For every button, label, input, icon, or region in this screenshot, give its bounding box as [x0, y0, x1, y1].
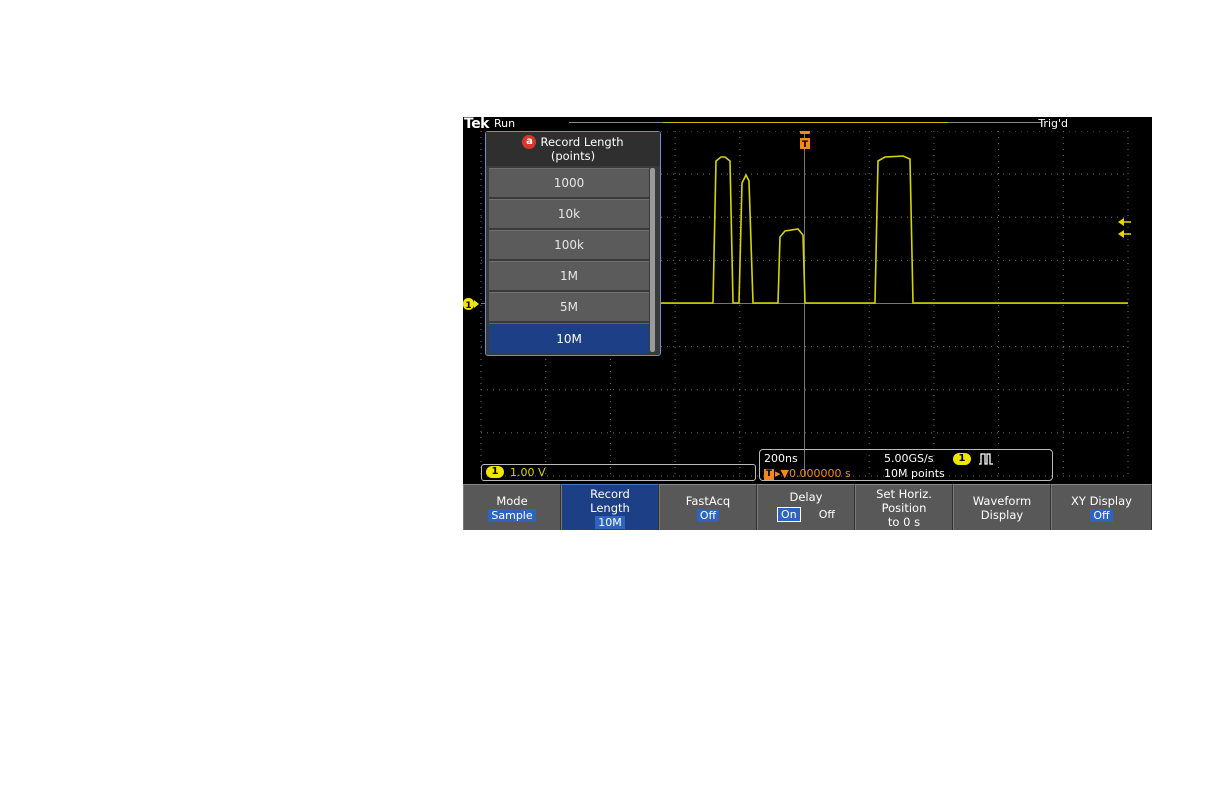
waveform-display-line2: Display	[980, 508, 1024, 522]
mode-value: Sample	[488, 509, 536, 522]
time-per-division: 200ns	[764, 452, 798, 465]
delay-on-option[interactable]: On	[777, 507, 801, 522]
horizontal-readout: 200ns T ▸▼0.000000 s 5.00GS/s 10M points …	[759, 449, 1053, 481]
menu-title: Record Length	[540, 135, 624, 149]
pulse-trigger-icon	[979, 453, 993, 465]
acquisition-status: Run	[494, 117, 516, 130]
record-length-menu-header: a Record Length (points)	[486, 132, 660, 166]
record-length-label-line2: Length	[590, 501, 630, 515]
record-view-window	[663, 122, 948, 123]
record-length-option[interactable]: 10k	[489, 199, 649, 228]
trigger-icon: T	[764, 468, 774, 480]
trigger-position-value: 0.000000 s	[788, 467, 851, 480]
menu-subtitle: (points)	[550, 149, 596, 163]
multipurpose-knob-a-icon: a	[522, 135, 537, 149]
status-bar: Tek Run Trig'd	[463, 117, 1152, 132]
set-horiz-position-softkey[interactable]: Set Horiz. Position to 0 s	[855, 484, 953, 530]
record-length-option[interactable]: 1M	[489, 261, 649, 290]
trigger-position-readout: T ▸▼0.000000 s	[764, 467, 851, 480]
xy-display-softkey[interactable]: XY Display Off	[1051, 484, 1152, 530]
record-points: 10M points	[884, 467, 945, 480]
delay-off-option[interactable]: Off	[819, 508, 835, 522]
mode-softkey[interactable]: Mode Sample	[463, 484, 561, 530]
record-length-menu: a Record Length (points) 1000 10k 100k 1M…	[485, 131, 661, 356]
trigger-status: Trig'd	[1038, 117, 1068, 130]
mode-label: Mode	[496, 494, 528, 508]
channel-1-waveform	[658, 155, 1128, 304]
svg-text:T: T	[802, 140, 809, 150]
waveform-display-line1: Waveform	[972, 494, 1032, 508]
record-length-label-line1: Record	[590, 487, 630, 501]
brand-logo: Tek	[464, 117, 490, 132]
record-length-option[interactable]: 5M	[489, 292, 649, 321]
channel-1-offset-marker[interactable]: 1	[463, 297, 479, 311]
fastacq-value: Off	[696, 509, 720, 522]
record-length-options: 1000 10k 100k 1M 5M 10M	[489, 168, 649, 356]
sample-rate: 5.00GS/s	[884, 452, 934, 465]
channel-1-scale: 1.00 V	[510, 466, 546, 479]
channel-1-scale-readout[interactable]: 1 1.00 V	[481, 464, 756, 481]
softkey-bar: Mode Sample Record Length 10M FastAcq Of…	[463, 484, 1152, 530]
set-horiz-line1: Set Horiz.	[876, 487, 932, 501]
svg-text:1: 1	[465, 301, 471, 311]
xy-display-label: XY Display	[1071, 494, 1132, 508]
delay-label: Delay	[789, 490, 823, 504]
xy-display-value: Off	[1090, 509, 1113, 522]
fastacq-softkey[interactable]: FastAcq Off	[659, 484, 757, 530]
oscilloscope-screen: Tek Run Trig'd T 1 a Record Length (poin…	[463, 117, 1152, 530]
channel-1-badge: 1	[486, 466, 504, 478]
record-length-option[interactable]: 1000	[489, 168, 649, 197]
trigger-marker-icon: T	[800, 138, 810, 150]
fastacq-label: FastAcq	[685, 494, 731, 508]
menu-scrollbar[interactable]	[650, 168, 655, 352]
record-length-option-selected[interactable]: 10M	[489, 323, 649, 354]
trigger-source-badge: 1	[953, 453, 971, 465]
trigger-level-arrows-icon	[1118, 218, 1131, 238]
record-length-softkey[interactable]: Record Length 10M	[561, 484, 659, 530]
record-length-value: 10M	[595, 516, 625, 529]
record-length-option[interactable]: 100k	[489, 230, 649, 259]
set-horiz-line2: Position	[881, 501, 927, 515]
waveform-display-softkey[interactable]: Waveform Display	[953, 484, 1051, 530]
set-horiz-line3: to 0 s	[887, 515, 921, 529]
delay-softkey[interactable]: Delay On Off	[757, 484, 855, 530]
